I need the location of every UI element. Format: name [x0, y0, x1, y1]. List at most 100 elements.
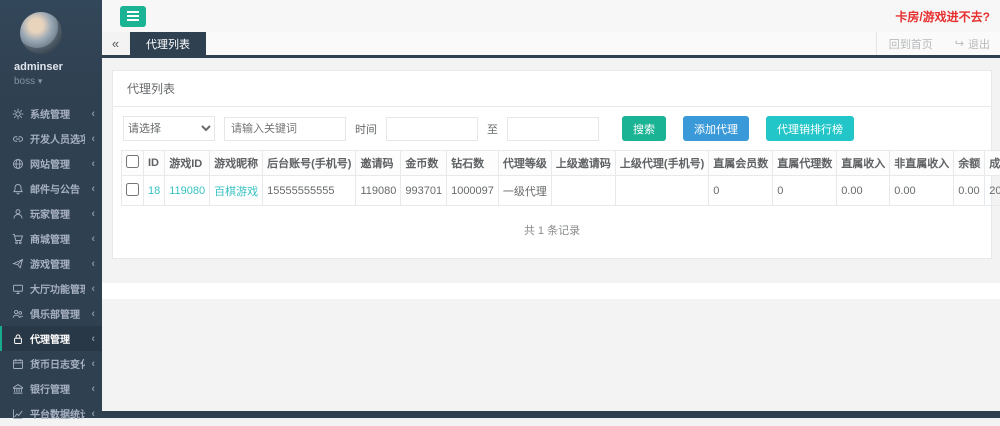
double-chevron-left-icon: «: [112, 36, 119, 51]
logout-link[interactable]: ↪ 退出: [945, 36, 1000, 52]
chevron-left-icon: ‹: [91, 308, 95, 320]
cell-diamond: 1000097: [447, 176, 499, 206]
sidebar-item-bank[interactable]: 银行管理 ‹: [0, 376, 102, 401]
sidebar-item-label: 俱乐部管理: [30, 306, 85, 321]
chevron-left-icon: ‹: [91, 133, 95, 145]
cell-gold: 993701: [401, 176, 447, 206]
sidebar-item-label: 货币日志变化: [30, 356, 85, 371]
sidebar-item-label: 银行管理: [30, 381, 85, 396]
paper-plane-icon: [12, 258, 24, 270]
chevron-left-icon: ‹: [91, 233, 95, 245]
col-game-id: 游戏ID: [165, 151, 210, 176]
topbar-alert-link[interactable]: 卡房/游戏进不去?: [895, 8, 990, 25]
date-to-input[interactable]: [507, 117, 599, 141]
sidebar-item-label: 商城管理: [30, 231, 85, 246]
keyword-input[interactable]: [224, 117, 346, 141]
chevron-left-icon: ‹: [91, 333, 95, 345]
desktop-icon: [12, 283, 24, 295]
sidebar-item-label: 网站管理: [30, 156, 85, 171]
cell-account: 15555555555: [263, 176, 356, 206]
user-icon: [12, 208, 24, 220]
hamburger-icon: [127, 15, 139, 17]
cell-direct-members: 0: [709, 176, 773, 206]
col-invite-code: 邀请码: [356, 151, 401, 176]
col-balance: 余额: [954, 151, 985, 176]
cell-agent-level: 一级代理: [498, 176, 551, 206]
col-direct-members: 直属会员数: [709, 151, 773, 176]
cell-invite-code: 119080: [356, 176, 401, 206]
sidebar-item-agents[interactable]: 代理管理 ‹: [0, 326, 102, 351]
profile-section: adminser boss ▾: [0, 0, 102, 97]
avatar[interactable]: [20, 12, 62, 54]
add-agent-button[interactable]: 添加代理: [683, 116, 749, 141]
main-area: 卡房/游戏进不去? « 代理列表 回到首页 ↪ 退出 代理列表 请选择: [102, 0, 1000, 418]
search-button[interactable]: 搜索: [622, 116, 666, 141]
topbar: 卡房/游戏进不去?: [102, 0, 1000, 32]
sidebar-item-lobby-functions[interactable]: 大厅功能管理 ‹: [0, 276, 102, 301]
chevron-left-icon: ‹: [91, 383, 95, 395]
role-label: boss: [14, 76, 35, 87]
sidebar-item-system[interactable]: 系统管理 ‹: [0, 101, 102, 126]
agent-list-panel: 代理列表 请选择 时间 至 搜索 添加代理 代理销排行榜: [112, 70, 992, 259]
sidebar-item-platform-stats[interactable]: 平台数据统计 ‹: [0, 401, 102, 426]
tab-label: 代理列表: [146, 36, 190, 52]
sidebar-item-label: 开发人员选项: [30, 131, 85, 146]
footer-strip: [102, 283, 1000, 299]
col-direct-income: 直属收入: [837, 151, 890, 176]
cell-direct-agents: 0: [773, 176, 837, 206]
sidebar-item-games[interactable]: 游戏管理 ‹: [0, 251, 102, 276]
col-account: 后台账号(手机号): [263, 151, 356, 176]
sidebar-item-label: 代理管理: [30, 331, 85, 346]
calendar-icon: [12, 358, 24, 370]
chevron-left-icon: ‹: [91, 183, 95, 195]
col-direct-agents: 直属代理数: [773, 151, 837, 176]
col-nickname: 游戏昵称: [210, 151, 263, 176]
sidebar-item-label: 邮件与公告: [30, 181, 85, 196]
link-icon: [12, 133, 24, 145]
sidebar-item-developer-options[interactable]: 开发人员选项 ‹: [0, 126, 102, 151]
sidebar-item-mall[interactable]: 商城管理 ‹: [0, 226, 102, 251]
caret-down-icon: ▾: [38, 76, 43, 86]
sidebar-item-currency-logs[interactable]: 货币日志变化 ‹: [0, 351, 102, 376]
content-area: 代理列表 请选择 时间 至 搜索 添加代理 代理销排行榜: [102, 58, 1000, 418]
username: adminser: [14, 61, 102, 73]
sidebar-item-label: 玩家管理: [30, 206, 85, 221]
sidebar-item-clubs[interactable]: 俱乐部管理 ‹: [0, 301, 102, 326]
sidebar-item-players[interactable]: 玩家管理 ‹: [0, 201, 102, 226]
sidebar-item-label: 系统管理: [30, 106, 85, 121]
select-all-checkbox[interactable]: [126, 155, 139, 168]
agent-table: ID 游戏ID 游戏昵称 后台账号(手机号) 邀请码 金币数 钻石数 代理等级 …: [121, 150, 1000, 206]
chevron-left-icon: ‹: [91, 283, 95, 295]
col-indirect-income: 非直属收入: [890, 151, 954, 176]
sidebar-item-label: 游戏管理: [30, 256, 85, 271]
cart-icon: [12, 233, 24, 245]
tabs-collapse-button[interactable]: «: [102, 32, 130, 55]
sidebar-item-label: 平台数据统计: [30, 406, 85, 421]
cell-id[interactable]: 18: [144, 176, 165, 206]
cell-nickname[interactable]: 百棋游戏: [210, 176, 263, 206]
sidebar-item-website[interactable]: 网站管理 ‹: [0, 151, 102, 176]
bell-icon: [12, 183, 24, 195]
date-from-input[interactable]: [386, 117, 478, 141]
col-parent-agent: 上级代理(手机号): [615, 151, 708, 176]
agent-ranking-button[interactable]: 代理销排行榜: [766, 116, 854, 141]
table-row: 18 119080 百棋游戏 15555555555 119080 993701…: [122, 176, 1000, 206]
app-window: adminser boss ▾ 系统管理 ‹ 开发人员选项 ‹ 网站管理 ‹: [0, 0, 1000, 418]
sidebar-nav: 系统管理 ‹ 开发人员选项 ‹ 网站管理 ‹ 邮件与公告 ‹ 玩家管理: [0, 101, 102, 426]
back-home-link[interactable]: 回到首页: [876, 32, 945, 55]
cell-balance: 0.00: [954, 176, 985, 206]
col-id: ID: [144, 151, 165, 176]
chevron-left-icon: ‹: [91, 108, 95, 120]
filter-select[interactable]: 请选择: [123, 116, 215, 141]
cell-game-id[interactable]: 119080: [165, 176, 210, 206]
tab-agent-list[interactable]: 代理列表: [130, 32, 206, 55]
role-dropdown[interactable]: boss ▾: [14, 76, 102, 87]
cell-direct-income: 0.00: [837, 176, 890, 206]
to-label: 至: [487, 121, 498, 137]
sidebar-item-mail-announce[interactable]: 邮件与公告 ‹: [0, 176, 102, 201]
row-checkbox[interactable]: [126, 183, 139, 196]
col-agent-level: 代理等级: [498, 151, 551, 176]
col-gold: 金币数: [401, 151, 447, 176]
hamburger-menu-button[interactable]: [120, 6, 146, 27]
tab-bar: « 代理列表 回到首页 ↪ 退出: [102, 32, 1000, 58]
